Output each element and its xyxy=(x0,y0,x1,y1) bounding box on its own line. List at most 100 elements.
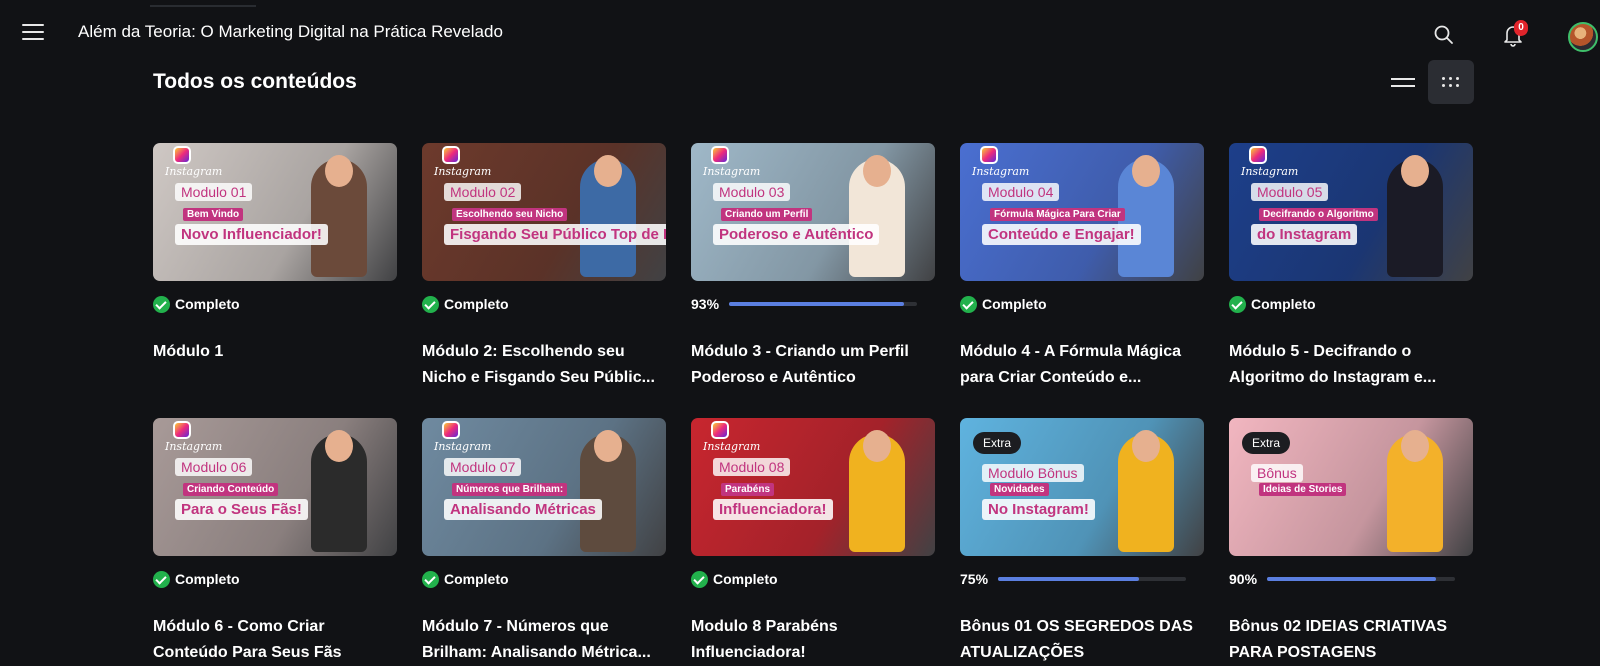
instagram-icon xyxy=(1249,146,1267,164)
module-title[interactable]: Bônus 01 OS SEGREDOS DAS ATUALIZAÇÕES xyxy=(960,614,1204,666)
instagram-icon xyxy=(442,421,460,439)
thumbnail-subtitle: Decifrando o Algoritmo xyxy=(1259,208,1378,221)
completion-status: Completo xyxy=(1229,294,1316,314)
instagram-wordmark: Instagram xyxy=(165,440,223,453)
thumbnail-subtitle: Fórmula Mágica Para Criar xyxy=(990,208,1125,221)
thumbnail-person-figure xyxy=(1118,430,1174,552)
search-icon[interactable] xyxy=(1433,24,1455,46)
instagram-wordmark: Instagram xyxy=(972,165,1030,178)
module-thumbnail[interactable]: Instagram Modulo 03 Criando um Perfil Poder… xyxy=(691,143,935,281)
thumbnail-module-tag: Bônus xyxy=(1251,464,1303,482)
thumbnail-module-tag: Modulo 03 xyxy=(713,183,791,201)
list-view-toggle-icon[interactable] xyxy=(1385,66,1421,102)
thumbnail-subtitle: Ideias de Stories xyxy=(1259,483,1347,496)
progress-percent: 90% xyxy=(1229,571,1258,587)
thumbnail-subtitle: Números que Brilham: xyxy=(452,483,568,496)
module-thumbnail[interactable]: Instagram Modulo 08 Parabéns Influenciadora… xyxy=(691,418,935,556)
module-thumbnail[interactable]: Extra Modulo Bônus Novidades No Instagram! xyxy=(960,418,1204,556)
instagram-wordmark: Instagram xyxy=(434,440,492,453)
module-title[interactable]: Bônus 02 IDEIAS CRIATIVAS PARA POSTAGENS xyxy=(1229,614,1473,666)
instagram-wordmark: Instagram xyxy=(434,165,492,178)
status-label: Completo xyxy=(444,296,509,312)
thumbnail-module-tag: Modulo 07 xyxy=(444,458,522,476)
progress-bar xyxy=(998,577,1187,581)
module-thumbnail[interactable]: Instagram Modulo 01 Bem Vindo Novo Influenc… xyxy=(153,143,397,281)
check-circle-icon xyxy=(422,570,439,588)
section-title: Todos os conteúdos xyxy=(153,70,357,93)
check-circle-icon xyxy=(153,295,170,313)
module-thumbnail[interactable]: Instagram Modulo 05 Decifrando o Algoritmo… xyxy=(1229,143,1473,281)
completion-status: Completo xyxy=(691,569,778,589)
thumbnail-subtitle: Bem Vindo xyxy=(183,208,244,221)
notification-count-badge: 0 xyxy=(1514,20,1528,36)
thumbnail-module-tag: Modulo 01 xyxy=(175,183,253,201)
thumbnail-person-figure xyxy=(849,155,905,277)
check-circle-icon xyxy=(153,570,170,588)
course-title: Além da Teoria: O Marketing Digital na P… xyxy=(78,22,503,41)
progress-status: 75% xyxy=(960,569,1187,589)
thumbnail-headline: Para o Seus Fãs! xyxy=(175,499,308,520)
check-circle-icon xyxy=(960,295,977,313)
instagram-wordmark: Instagram xyxy=(1241,165,1299,178)
thumbnail-module-tag: Modulo 05 xyxy=(1251,183,1329,201)
instagram-icon xyxy=(173,421,191,439)
thumbnail-person-figure xyxy=(311,155,367,277)
progress-percent: 93% xyxy=(691,296,720,312)
extra-badge: Extra xyxy=(973,432,1022,454)
status-label: Completo xyxy=(713,571,778,587)
thumbnail-person-figure xyxy=(580,155,636,277)
thumbnail-headline: Poderoso e Autêntico xyxy=(713,224,880,245)
completion-status: Completo xyxy=(422,294,509,314)
status-label: Completo xyxy=(175,296,240,312)
module-title[interactable]: Modulo 8 Parabéns Influenciadora! xyxy=(691,614,935,666)
thumbnail-headline: do Instagram xyxy=(1251,224,1358,245)
thumbnail-headline: Fisgando Seu Público Top de Linha xyxy=(444,224,666,245)
module-title[interactable]: Módulo 5 - Decifrando o Algoritmo do Ins… xyxy=(1229,339,1473,391)
progress-status: 93% xyxy=(691,294,918,314)
check-circle-icon xyxy=(422,295,439,313)
module-title[interactable]: Módulo 6 - Como Criar Conteúdo Para Seus… xyxy=(153,614,397,666)
instagram-icon xyxy=(173,146,191,164)
thumbnail-headline: Conteúdo e Engajar! xyxy=(982,224,1141,245)
module-thumbnail[interactable]: Instagram Modulo 02 Escolhendo seu Nicho Fi… xyxy=(422,143,666,281)
grid-view-toggle-icon[interactable] xyxy=(1428,60,1474,104)
progress-bar-fill xyxy=(1267,577,1437,581)
instagram-wordmark: Instagram xyxy=(703,165,761,178)
instagram-icon xyxy=(711,421,729,439)
module-thumbnail[interactable]: Instagram Modulo 07 Números que Brilham: An… xyxy=(422,418,666,556)
progress-bar xyxy=(729,302,918,306)
hidden-tab-indicator xyxy=(150,0,256,7)
user-avatar[interactable] xyxy=(1568,22,1598,52)
module-thumbnail[interactable]: Extra Bônus Ideias de Stories xyxy=(1229,418,1473,556)
module-thumbnail[interactable]: Instagram Modulo 06 Criando Conteúdo Para o… xyxy=(153,418,397,556)
module-title[interactable]: Módulo 2: Escolhendo seu Nicho e Fisgand… xyxy=(422,339,666,391)
thumbnail-headline: No Instagram! xyxy=(982,499,1095,520)
status-label: Completo xyxy=(175,571,240,587)
module-title[interactable]: Módulo 7 - Números que Brilham: Analisan… xyxy=(422,614,666,666)
instagram-icon xyxy=(980,146,998,164)
thumbnail-subtitle: Criando Conteúdo xyxy=(183,483,279,496)
thumbnail-person-figure xyxy=(849,430,905,552)
status-label: Completo xyxy=(1251,296,1316,312)
instagram-wordmark: Instagram xyxy=(165,165,223,178)
thumbnail-subtitle: Criando um Perfil xyxy=(721,208,813,221)
thumbnail-headline: Analisando Métricas xyxy=(444,499,602,520)
thumbnail-module-tag: Modulo 04 xyxy=(982,183,1060,201)
thumbnail-headline: Novo Influenciador! xyxy=(175,224,328,245)
status-label: Completo xyxy=(982,296,1047,312)
hamburger-menu-icon[interactable] xyxy=(22,24,44,42)
progress-bar xyxy=(1267,577,1456,581)
module-title[interactable]: Módulo 1 xyxy=(153,339,397,365)
thumbnail-module-tag: Modulo 02 xyxy=(444,183,522,201)
thumbnail-subtitle: Parabéns xyxy=(721,483,775,496)
thumbnail-subtitle: Novidades xyxy=(990,483,1049,496)
module-thumbnail[interactable]: Instagram Modulo 04 Fórmula Mágica Para Cr… xyxy=(960,143,1204,281)
module-title[interactable]: Módulo 4 - A Fórmula Mágica para Criar C… xyxy=(960,339,1204,391)
instagram-wordmark: Instagram xyxy=(703,440,761,453)
thumbnail-person-figure xyxy=(580,430,636,552)
thumbnail-module-tag: Modulo Bônus xyxy=(982,464,1084,482)
instagram-icon xyxy=(711,146,729,164)
module-title[interactable]: Módulo 3 - Criando um Perfil Poderoso e … xyxy=(691,339,935,391)
thumbnail-person-figure xyxy=(1387,430,1443,552)
progress-bar-fill xyxy=(998,577,1140,581)
